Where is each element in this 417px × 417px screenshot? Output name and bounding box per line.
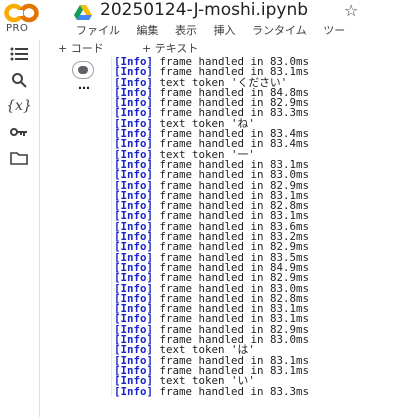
google-drive-icon[interactable]: [74, 5, 92, 21]
code-cell[interactable]: ⋯ [Info] frame handled in 83.0ms [Info] f…: [62, 56, 417, 402]
menu-tools[interactable]: ツー: [323, 24, 345, 37]
search-glyph: [12, 73, 27, 88]
folder-glyph: [10, 152, 28, 165]
colab-logo[interactable]: PRO: [4, 3, 40, 37]
variables-icon[interactable]: {x}: [6, 96, 32, 116]
pro-label: PRO: [6, 23, 29, 34]
menu-runtime[interactable]: ランタイム: [252, 24, 307, 37]
run-cell-button[interactable]: [72, 61, 94, 79]
menu-file[interactable]: ファイル: [76, 24, 120, 37]
output-line: [Info] frame handled in 83.3ms: [114, 384, 417, 398]
toc-glyph: [10, 47, 28, 61]
stop-icon: [78, 66, 88, 74]
bottom-area: [40, 402, 417, 417]
more-options-icon[interactable]: ⋯: [78, 81, 91, 95]
output-divider: [111, 57, 112, 397]
colab-co-icon: [4, 3, 39, 23]
menu-edit[interactable]: 編集: [137, 24, 159, 37]
search-icon[interactable]: [8, 70, 30, 90]
folder-icon[interactable]: [8, 148, 30, 168]
menu-bar: ファイル 編集 表示 挿入 ランタイム ツー: [76, 22, 358, 38]
add-text-button[interactable]: + テキスト: [142, 40, 198, 56]
header: PRO 20250124-J-moshi.ipynb ☆ ファイル 編集 表示 …: [0, 0, 417, 40]
menu-view[interactable]: 表示: [175, 24, 197, 37]
left-sidebar: {x}: [0, 40, 40, 417]
key-icon[interactable]: [8, 122, 30, 142]
menu-insert[interactable]: 挿入: [214, 24, 236, 37]
notebook-title[interactable]: 20250124-J-moshi.ipynb: [100, 0, 308, 20]
cell-run-area: ⋯: [66, 59, 106, 95]
info-tag: [Info]: [114, 384, 154, 398]
log-message: frame handled in 83.3ms: [153, 384, 310, 398]
cell-output: [Info] frame handled in 83.0ms [Info] fra…: [114, 56, 417, 398]
star-icon[interactable]: ☆: [344, 1, 358, 20]
toc-icon[interactable]: [8, 44, 30, 64]
add-code-button[interactable]: + コード: [58, 40, 104, 56]
key-glyph: [10, 128, 27, 136]
